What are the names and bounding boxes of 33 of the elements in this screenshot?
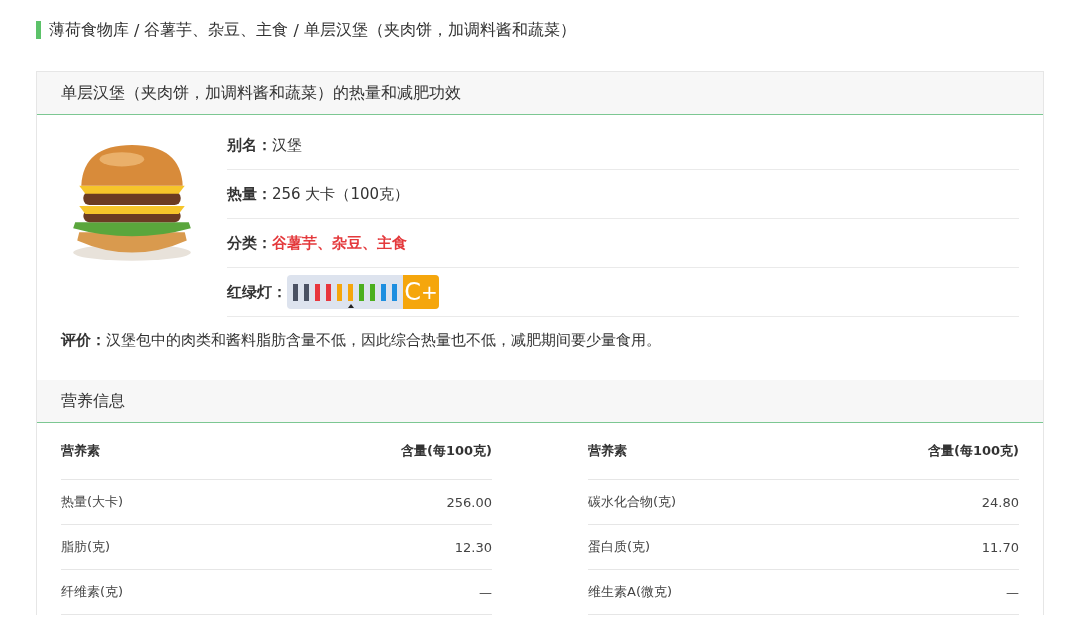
field-value: 256 大卡（100克） (272, 184, 410, 204)
table-cell: 11.70 (981, 539, 1019, 555)
field-label: 红绿灯： (227, 282, 287, 302)
breadcrumb-separator: / (134, 20, 140, 40)
table-cell: 碳水化合物(克) (588, 493, 677, 511)
breadcrumb-separator: / (293, 20, 299, 40)
breadcrumb-current: 单层汉堡（夹肉饼，加调料酱和蔬菜） (303, 19, 576, 41)
evaluation-label: 评价： (61, 331, 106, 349)
accent-bar (36, 21, 41, 39)
column-header: 含量(每100克) (400, 442, 492, 460)
column-header: 含量(每100克) (927, 442, 1019, 460)
table-cell: 256.00 (446, 494, 492, 510)
table-cell: 脂肪(克) (61, 538, 111, 556)
column-header: 营养素 (588, 442, 627, 460)
table-cell: 24.80 (981, 494, 1019, 510)
section-title: 营养信息 (61, 390, 125, 412)
card-title: 单层汉堡（夹肉饼，加调料酱和蔬菜）的热量和减肥功效 (61, 82, 461, 104)
evaluation-text: 汉堡包中的肉类和酱料脂肪含量不低，因此综合热量也不低，减肥期间要少量食用。 (106, 331, 661, 349)
table-cell: — (1006, 584, 1019, 600)
table-cell: 蛋白质(克) (588, 538, 651, 556)
table-cell: — (479, 584, 492, 600)
field-label: 别名： (227, 135, 272, 155)
field-value: 汉堡 (272, 135, 302, 155)
field-label: 热量： (227, 184, 272, 204)
table-cell: 12.30 (454, 539, 492, 555)
field-label: 分类： (227, 233, 272, 253)
breadcrumb-link[interactable]: 谷薯芋、杂豆、主食 (144, 19, 289, 41)
table-cell: 纤维素(克) (61, 583, 124, 601)
breadcrumb-link[interactable]: 薄荷食物库 (49, 19, 129, 41)
column-header: 营养素 (61, 442, 100, 460)
category-link[interactable]: 谷薯芋、杂豆、主食 (272, 233, 407, 253)
table-cell: 热量(大卡) (61, 493, 124, 511)
table-cell: 维生素A(微克) (588, 583, 673, 601)
